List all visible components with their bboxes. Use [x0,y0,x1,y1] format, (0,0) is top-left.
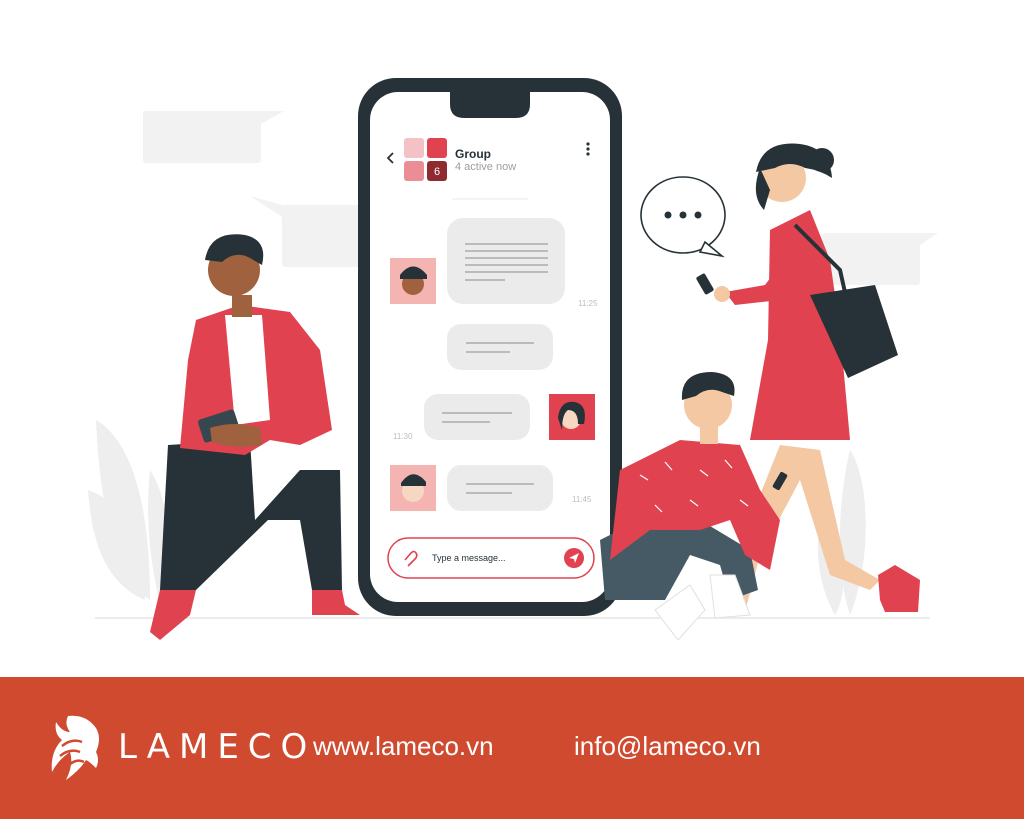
message-time-2: 11:30 [393,432,413,441]
phone-text-layer: Group 4 active now 6 11:25 11:30 11:45 T… [393,147,598,563]
group-name: Group [455,147,491,161]
website-link[interactable]: www.lameco.vn [313,731,494,762]
email-link[interactable]: info@lameco.vn [574,731,761,762]
message-input-placeholder: Type a message... [432,553,506,563]
brand-name: LAMECO [118,727,317,767]
group-status: 4 active now [455,161,516,173]
message-time-3: 11:45 [572,495,592,504]
horse-logo-icon [51,715,99,780]
message-time-1: 11:25 [578,299,598,308]
group-badge-count: 6 [434,166,440,178]
